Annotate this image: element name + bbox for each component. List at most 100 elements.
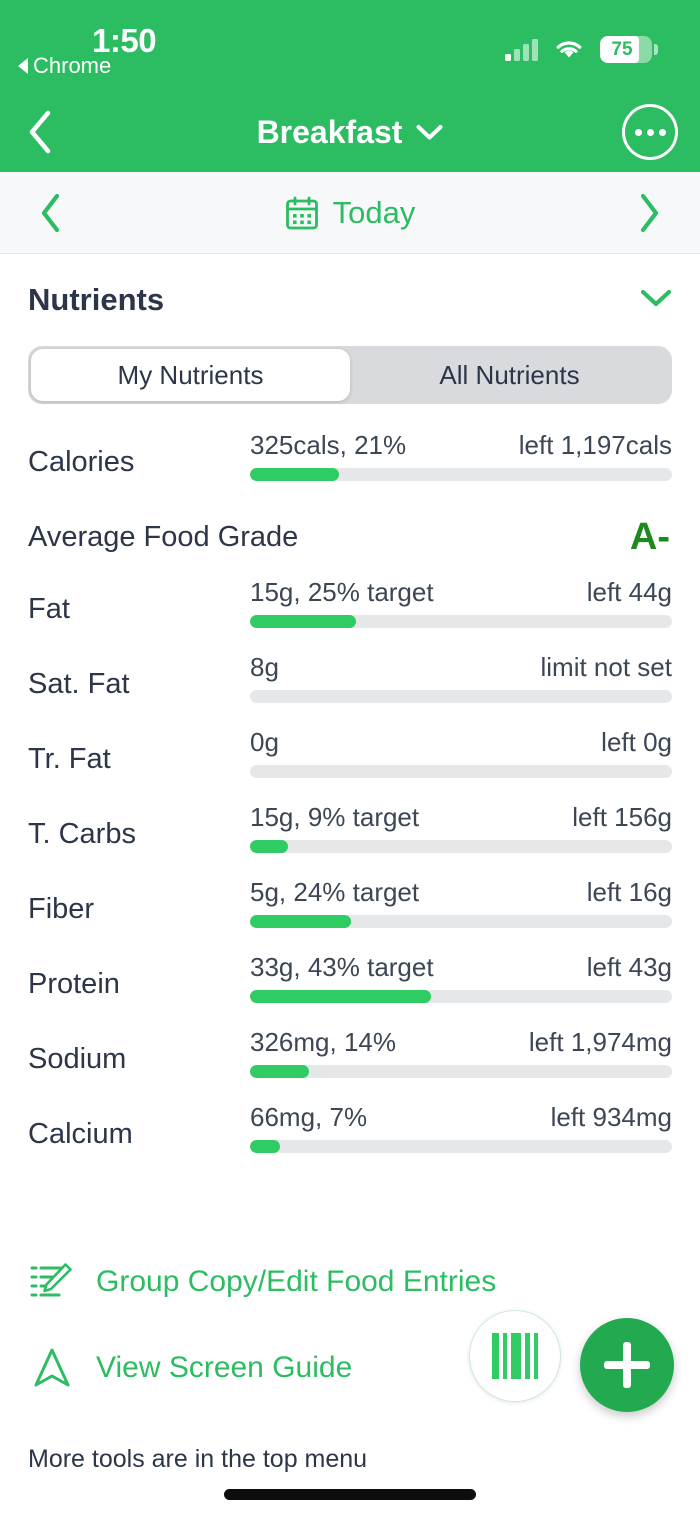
nutrient-row[interactable]: Fat 15g, 25% target left 44g — [28, 573, 672, 648]
nutrient-remaining: left 44g — [586, 577, 672, 607]
nutrient-progress-track — [250, 765, 672, 778]
nutrient-name: Fiber — [28, 893, 95, 925]
nutrient-list: Calories 325cals, 21% left 1,197cals Ave… — [28, 426, 672, 1173]
nutrient-detail: 15g, 9% target left 156g — [250, 798, 672, 853]
nutrient-name: Fat — [28, 593, 70, 625]
nutrient-progress-track — [250, 690, 672, 703]
nutrient-row[interactable]: T. Carbs 15g, 9% target left 156g — [28, 798, 672, 873]
nutrient-remaining: left 16g — [586, 877, 672, 907]
back-button[interactable] — [12, 104, 68, 160]
chevron-left-icon — [41, 193, 60, 232]
barcode-scan-icon — [492, 1333, 538, 1379]
tool-label: Group Copy/Edit Food Entries — [96, 1265, 497, 1298]
status-bar: 1:50 Chrome 75 — [0, 0, 700, 92]
nutrient-amount: 0g — [250, 727, 279, 757]
main-content: Nutrients My Nutrients All Nutrients Cal… — [0, 254, 700, 1518]
nutrient-amount: 15g, 9% target — [250, 802, 420, 832]
nutrient-detail: 8g limit not set — [250, 648, 672, 703]
nutrient-amount: 15g, 25% target — [250, 577, 434, 607]
more-dot — [658, 128, 666, 136]
nutrient-progress-track — [250, 990, 672, 1003]
nutrient-progress-fill — [250, 615, 356, 628]
nutrient-detail: 0g left 0g — [250, 723, 672, 778]
view-screen-guide-button[interactable]: View Screen Guide — [28, 1325, 672, 1411]
nutrient-progress-fill — [250, 468, 339, 481]
collapse-section-button[interactable] — [640, 288, 672, 313]
nutrient-amount: 33g, 43% target — [250, 952, 434, 982]
more-dot — [646, 128, 654, 136]
nutrient-amount: 66mg, 7% — [250, 1102, 368, 1132]
nutrient-name: T. Carbs — [28, 818, 136, 850]
nutrient-row[interactable]: Tr. Fat 0g left 0g — [28, 723, 672, 798]
nutrient-remaining: left 156g — [572, 802, 672, 832]
nutrient-row[interactable]: Calcium 66mg, 7% left 934mg — [28, 1098, 672, 1173]
nutrient-progress-fill — [250, 990, 432, 1003]
previous-day-button[interactable] — [24, 186, 78, 240]
nutrient-row[interactable]: Fiber 5g, 24% target left 16g — [28, 873, 672, 948]
tools-list: Group Copy/Edit Food Entries View Screen… — [28, 1239, 672, 1411]
average-food-grade-row[interactable]: Average Food Grade A- — [28, 501, 672, 573]
nutrient-row[interactable]: Calories 325cals, 21% left 1,197cals — [28, 426, 672, 501]
nutrient-progress-track — [250, 1140, 672, 1153]
nutrient-name: Sat. Fat — [28, 668, 130, 700]
nutrient-progress-track — [250, 615, 672, 628]
nutrient-progress-fill — [250, 1140, 280, 1153]
nutrient-amount: 8g — [250, 652, 279, 682]
nutrient-remaining: left 934mg — [550, 1102, 672, 1132]
cellular-signal-icon — [505, 38, 538, 61]
meal-title-dropdown[interactable]: Breakfast — [257, 114, 444, 151]
nutrient-progress-track — [250, 840, 672, 853]
nutrient-detail: 5g, 24% target left 16g — [250, 873, 672, 928]
group-copy-edit-food-entries-button[interactable]: Group Copy/Edit Food Entries — [28, 1239, 672, 1325]
nutrient-row[interactable]: Sodium 326mg, 14% left 1,974mg — [28, 1023, 672, 1098]
tab-my-nutrients[interactable]: My Nutrients — [31, 349, 350, 401]
more-dot — [634, 128, 642, 136]
nutrient-remaining: left 1,197cals — [518, 430, 672, 460]
edit-list-icon — [28, 1258, 76, 1306]
nutrients-section-header: Nutrients — [28, 254, 672, 326]
average-food-grade-value: A- — [629, 515, 670, 558]
nutrient-detail: 325cals, 21% left 1,197cals — [250, 426, 672, 481]
chevron-down-icon — [416, 124, 443, 139]
nutrient-row[interactable]: Protein 33g, 43% target left 43g — [28, 948, 672, 1023]
chevron-right-icon — [640, 193, 659, 232]
nutrient-detail: 15g, 25% target left 44g — [250, 573, 672, 628]
navigation-arrow-icon — [28, 1344, 76, 1392]
next-day-button[interactable] — [622, 186, 676, 240]
nutrient-detail: 326mg, 14% left 1,974mg — [250, 1023, 672, 1078]
nutrient-remaining: limit not set — [540, 652, 673, 682]
nutrient-progress-fill — [250, 915, 352, 928]
tool-label: View Screen Guide — [96, 1351, 353, 1384]
tab-all-nutrients[interactable]: All Nutrients — [350, 349, 669, 401]
home-indicator — [224, 1489, 476, 1500]
date-picker-button[interactable]: Today — [285, 194, 416, 231]
nutrient-progress-fill — [250, 1065, 310, 1078]
battery-level-label: 75 — [611, 39, 633, 60]
return-app-label: Chrome — [33, 53, 112, 78]
calendar-icon — [285, 196, 318, 229]
nutrient-name: Calcium — [28, 1118, 133, 1150]
nutrient-detail: 33g, 43% target left 43g — [250, 948, 672, 1003]
nutrient-remaining: left 0g — [601, 727, 672, 757]
more-options-button[interactable] — [622, 104, 678, 160]
current-date-label: Today — [332, 194, 416, 230]
nutrient-name: Sodium — [28, 1043, 127, 1075]
section-title: Nutrients — [28, 282, 165, 317]
page-title: Breakfast — [256, 113, 403, 150]
nutrients-segmented-control: My Nutrients All Nutrients — [28, 346, 672, 404]
nutrient-progress-fill — [250, 840, 288, 853]
chevron-down-icon — [640, 289, 672, 306]
nutrient-progress-track — [250, 468, 672, 481]
wifi-icon — [556, 41, 582, 58]
average-food-grade-label: Average Food Grade — [28, 520, 299, 553]
nutrient-amount: 325cals, 21% — [250, 430, 407, 460]
nutrient-row[interactable]: Sat. Fat 8g limit not set — [28, 648, 672, 723]
barcode-scan-button[interactable] — [469, 1310, 561, 1402]
chevron-left-icon — [29, 110, 51, 154]
date-navigation-bar: Today — [0, 172, 700, 254]
nutrient-amount: 5g, 24% target — [250, 877, 420, 907]
add-food-button[interactable] — [580, 1318, 674, 1412]
return-to-chrome-link[interactable]: Chrome — [18, 53, 111, 79]
nutrient-progress-track — [250, 1065, 672, 1078]
app-screen: 1:50 Chrome 75 Breakfast Today Nutrients… — [0, 0, 700, 1518]
